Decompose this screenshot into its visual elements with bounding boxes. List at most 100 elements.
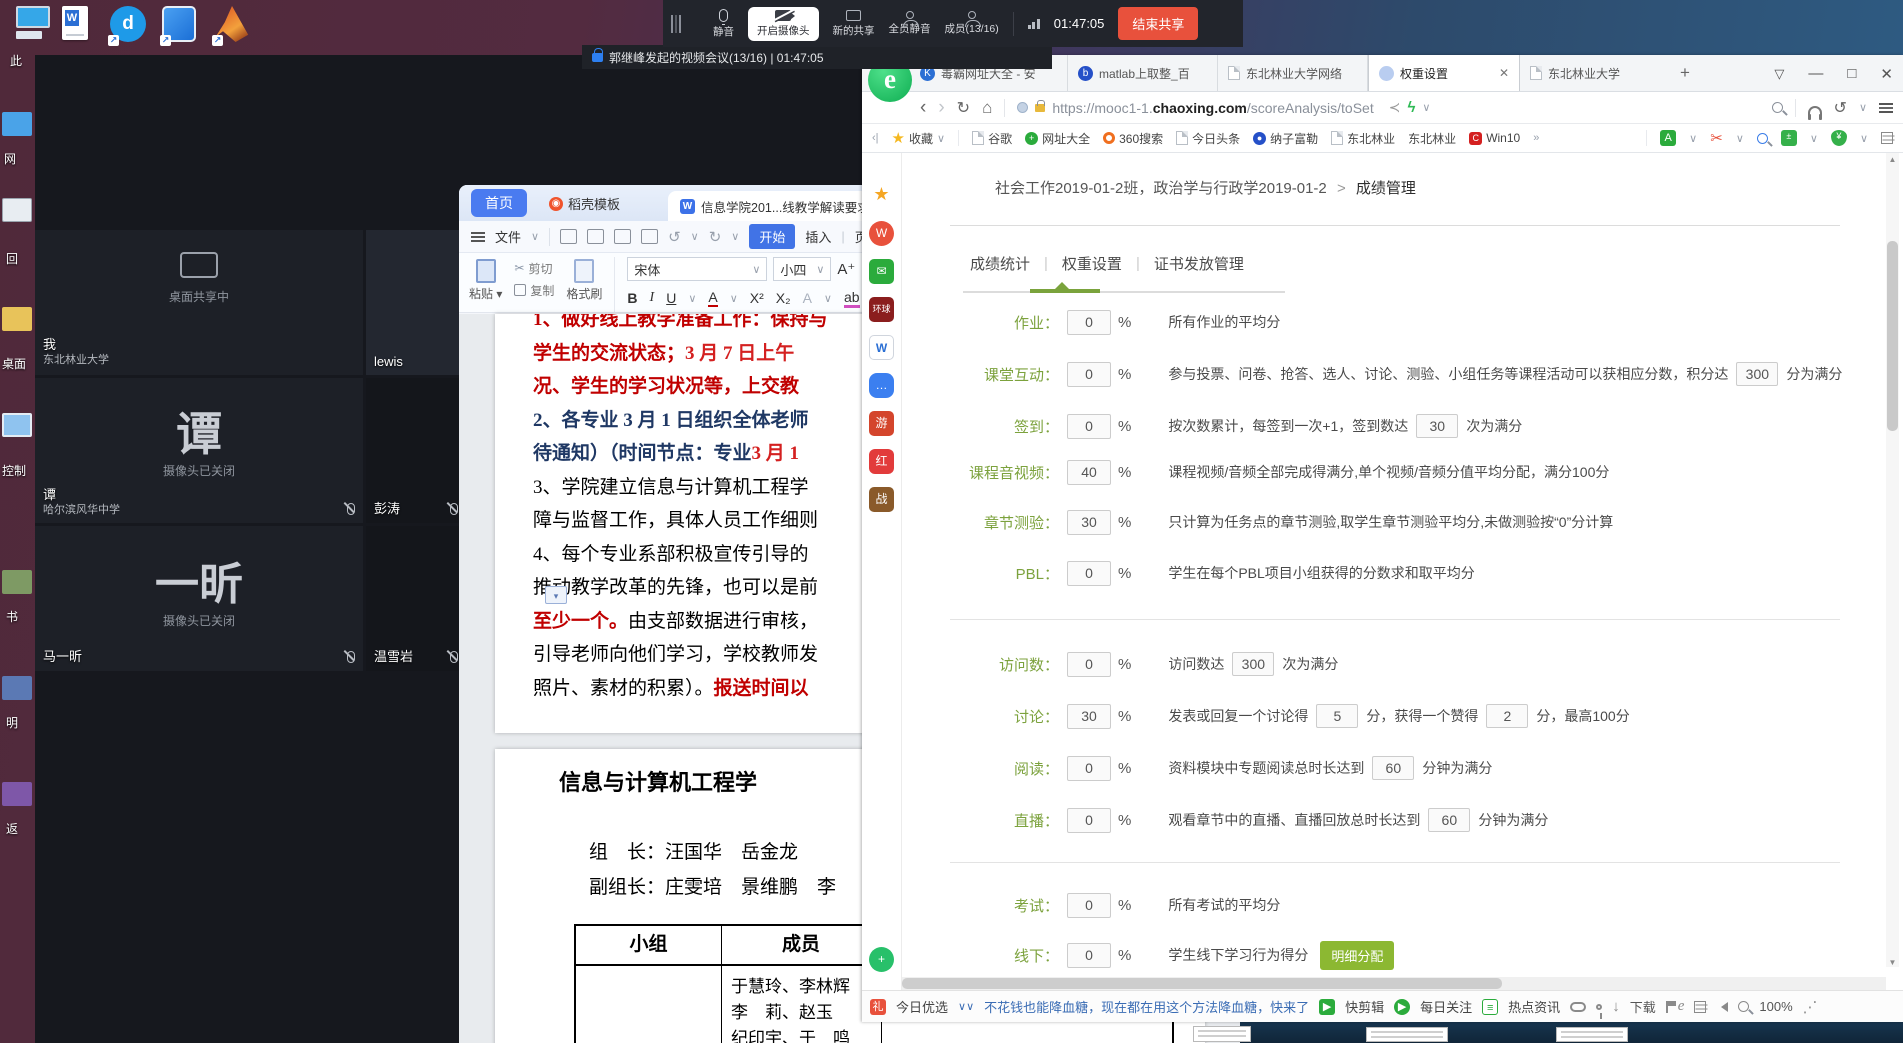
- apps-grid-icon[interactable]: [1881, 132, 1893, 144]
- flag-icon[interactable]: [1666, 1001, 1668, 1013]
- headset-icon[interactable]: [1808, 106, 1822, 115]
- history-undo-icon[interactable]: ↺: [1834, 98, 1847, 118]
- desktop-folder-icon[interactable]: [2, 307, 32, 331]
- new-share-button[interactable]: 新的共享: [833, 10, 875, 38]
- paste-options-float[interactable]: ▾: [545, 586, 567, 604]
- screenshot-scissors-icon[interactable]: ✂: [1710, 129, 1723, 147]
- find-zoom-icon[interactable]: [1757, 133, 1768, 144]
- home-button[interactable]: ⌂: [982, 98, 992, 118]
- wordart-button[interactable]: A: [803, 290, 812, 306]
- dingtalk-icon[interactable]: d↗: [110, 6, 148, 44]
- bookmark-nefu-2[interactable]: 东北林业: [1408, 130, 1456, 147]
- superscript-button[interactable]: X²: [750, 290, 764, 306]
- gift-icon[interactable]: 礼: [870, 999, 886, 1015]
- tab-score-stats[interactable]: 成绩统计: [970, 253, 1030, 274]
- daily-picks-link[interactable]: 今日优选: [896, 997, 948, 1016]
- tab-close-icon[interactable]: ✕: [1499, 66, 1509, 80]
- members-button[interactable]: 成员(13/16): [945, 11, 999, 36]
- browser-tab-active[interactable]: 权重设置✕: [1368, 55, 1520, 91]
- popup-window-1[interactable]: [1193, 1026, 1251, 1042]
- points-input[interactable]: [1316, 704, 1358, 728]
- print-icon[interactable]: [587, 229, 604, 244]
- speed-lightning-icon[interactable]: ϟ: [1407, 99, 1415, 116]
- weight-input-exam[interactable]: [1067, 893, 1111, 918]
- minimize-button[interactable]: —: [1808, 65, 1823, 82]
- search-icon[interactable]: [1772, 102, 1783, 113]
- detail-allocation-button[interactable]: 明细分配: [1320, 941, 1394, 970]
- ribbon-tab-insert[interactable]: 插入: [805, 227, 831, 246]
- kuaijianji-link[interactable]: 快剪辑: [1345, 997, 1384, 1016]
- sidebar-chat-icon[interactable]: …: [869, 373, 894, 398]
- zoom-level[interactable]: 100%: [1759, 999, 1792, 1014]
- recycle-bin-icon[interactable]: [2, 198, 32, 222]
- threshold-input[interactable]: [1232, 652, 1274, 676]
- minutes-input[interactable]: [1372, 756, 1414, 780]
- game-icon[interactable]: [1570, 1002, 1586, 1012]
- sidebar-weibo-icon[interactable]: W: [869, 221, 894, 246]
- translate-icon[interactable]: A: [1660, 130, 1676, 146]
- browser-tab-5[interactable]: 东北林业大学: [1520, 55, 1670, 91]
- multi-window-icon[interactable]: [1694, 1001, 1706, 1013]
- wps-document-tab[interactable]: W信息学院201...线教学解读要求: [668, 191, 882, 221]
- sidebar-huanqiu-icon[interactable]: 环球: [869, 297, 894, 322]
- share-icon[interactable]: ≺: [1389, 99, 1401, 116]
- matlab-icon[interactable]: ↗: [214, 6, 252, 44]
- popup-window-2[interactable]: [1366, 1027, 1448, 1042]
- sidebar-game-icon-2[interactable]: 战: [869, 487, 894, 512]
- wps-docer-tab[interactable]: ◉稻壳模板: [549, 194, 620, 213]
- control-panel-icon[interactable]: [2, 413, 32, 437]
- favorites-button[interactable]: ★收藏∨: [892, 129, 946, 147]
- mute-button[interactable]: 静音: [713, 9, 734, 39]
- bookmark-nazifule[interactable]: ●纳子富勒: [1253, 130, 1318, 147]
- weight-input-homework[interactable]: [1067, 310, 1111, 335]
- bookmark-360search[interactable]: 360搜索: [1103, 130, 1163, 147]
- weight-input-signin[interactable]: [1067, 414, 1111, 439]
- headline-link[interactable]: 不花钱也能降血糖，现在都在用这个方法降血糖，快来了: [984, 997, 1309, 1016]
- tile-mayixin[interactable]: 一昕 摄像头已关闭 马一昕: [35, 526, 363, 671]
- like-points-input[interactable]: [1486, 704, 1528, 728]
- daily-follow-link[interactable]: 每日关注: [1420, 997, 1472, 1016]
- drag-handle-icon[interactable]: [671, 15, 681, 33]
- end-share-button[interactable]: 结束共享: [1118, 7, 1198, 40]
- format-painter-button[interactable]: 格式刷: [566, 257, 602, 312]
- save-icon[interactable]: [560, 229, 577, 244]
- ie-icon[interactable]: e: [1678, 998, 1685, 1015]
- bookmark-win10[interactable]: CWin10: [1469, 131, 1520, 145]
- bold-button[interactable]: B: [627, 290, 637, 306]
- folder-icon[interactable]: [2, 112, 32, 136]
- word-document-icon[interactable]: W: [62, 6, 100, 44]
- font-color-button[interactable]: A: [708, 289, 717, 307]
- weight-input-reading[interactable]: [1067, 756, 1111, 781]
- weight-input-visits[interactable]: [1067, 652, 1111, 677]
- threshold-input[interactable]: [1736, 362, 1778, 386]
- popup-window-3[interactable]: [1556, 1027, 1628, 1042]
- browser-tab-2[interactable]: bmatlab上取整_百: [1068, 55, 1218, 91]
- this-pc-icon[interactable]: [16, 6, 54, 44]
- app-icon-1[interactable]: [2, 676, 32, 700]
- refresh-button[interactable]: ↻: [957, 98, 970, 118]
- new-tab-button[interactable]: +: [1670, 55, 1700, 91]
- weight-input-live[interactable]: [1067, 808, 1111, 833]
- address-bar[interactable]: https://mooc1-1.chaoxing.com/scoreAnalys…: [1017, 99, 1759, 116]
- subscript-button[interactable]: X₂: [776, 290, 791, 306]
- forward-button[interactable]: ›: [938, 98, 944, 117]
- underline-button[interactable]: U: [666, 290, 676, 306]
- find-icon[interactable]: [641, 229, 658, 244]
- print-preview-icon[interactable]: [614, 229, 631, 244]
- font-size-select[interactable]: 小四∨: [773, 257, 831, 281]
- minutes-input[interactable]: [1428, 808, 1470, 832]
- file-menu[interactable]: 文件: [495, 227, 521, 246]
- chevron-down-icon[interactable]: ∨: [1422, 101, 1430, 114]
- menu-icon[interactable]: [1879, 107, 1893, 109]
- game-center-icon[interactable]: ±: [1781, 130, 1797, 146]
- ribbon-tab-start[interactable]: 开始: [749, 224, 795, 249]
- collapse-icon[interactable]: ‹|: [872, 132, 879, 144]
- bookmark-wangzhidaquan[interactable]: +网址大全: [1025, 130, 1090, 147]
- highlight-button[interactable]: ab: [844, 289, 860, 308]
- speaker-icon[interactable]: [1716, 1002, 1728, 1012]
- tab-certificates[interactable]: 证书发放管理: [1154, 253, 1244, 274]
- close-button[interactable]: ✕: [1880, 65, 1893, 83]
- wps-home-tab[interactable]: 首页: [471, 189, 527, 217]
- meeting-title-bar[interactable]: 郭继峰发起的视频会议(13/16) | 01:47:05: [582, 45, 1052, 69]
- pin-icon[interactable]: [1596, 1004, 1602, 1010]
